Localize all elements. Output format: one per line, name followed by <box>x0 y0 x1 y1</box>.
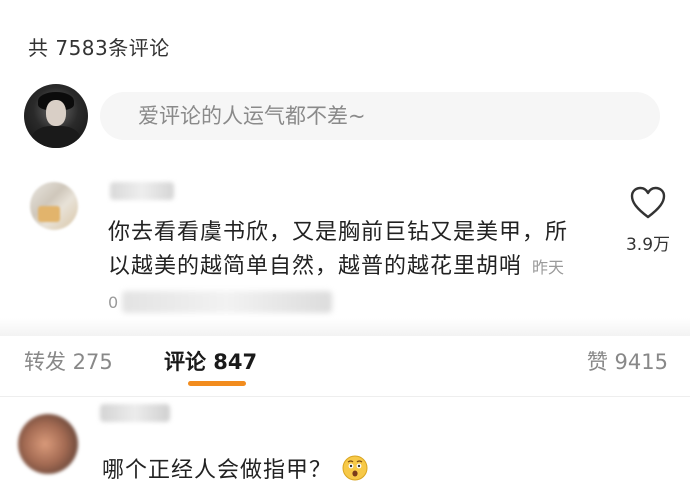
reply-text: 哪个正经人会做指甲？ <box>102 458 333 483</box>
comment-body[interactable]: 你去看看虞书欣，又是胸前巨钻又是美甲，所以越美的越简单自然，越普的越花里胡哨 昨天… <box>108 216 578 320</box>
reply-name-redacted[interactable] <box>100 404 170 422</box>
reply-body[interactable]: 哪个正经人会做指甲？ <box>102 452 368 484</box>
comment-input[interactable]: 爱评论的人运气都不差~ <box>100 92 660 140</box>
tab-repost[interactable]: 转发 275 <box>24 346 113 376</box>
heart-outline-icon[interactable] <box>630 186 666 220</box>
thinking-face-icon <box>342 455 368 481</box>
tab-like[interactable]: 赞 9415 <box>587 346 668 376</box>
commenter-name-redacted[interactable] <box>110 182 174 200</box>
divider <box>0 396 690 397</box>
tab-comment[interactable]: 评论 847 <box>164 346 257 376</box>
commenter-avatar[interactable] <box>30 182 78 230</box>
my-avatar[interactable] <box>24 84 88 148</box>
active-tab-indicator <box>188 381 246 386</box>
comment-panel: 共 7583条评论 爱评论的人运气都不差~ 你去看看虞书欣，又是胸前巨钻又是美甲… <box>0 0 690 330</box>
avatar-face <box>46 100 66 126</box>
comment-text: 你去看看虞书欣，又是胸前巨钻又是美甲，所以越美的越简单自然，越普的越花里胡哨 <box>108 220 569 279</box>
ip-location-redacted <box>122 291 333 313</box>
avatar-body <box>32 126 80 148</box>
comment-like-count: 3.9万 <box>625 235 671 255</box>
total-comment-count: 共 7583条评论 <box>28 36 170 60</box>
reply-avatar[interactable] <box>18 414 78 474</box>
tab-bar: 转发 275 评论 847 赞 9415 <box>0 336 690 396</box>
